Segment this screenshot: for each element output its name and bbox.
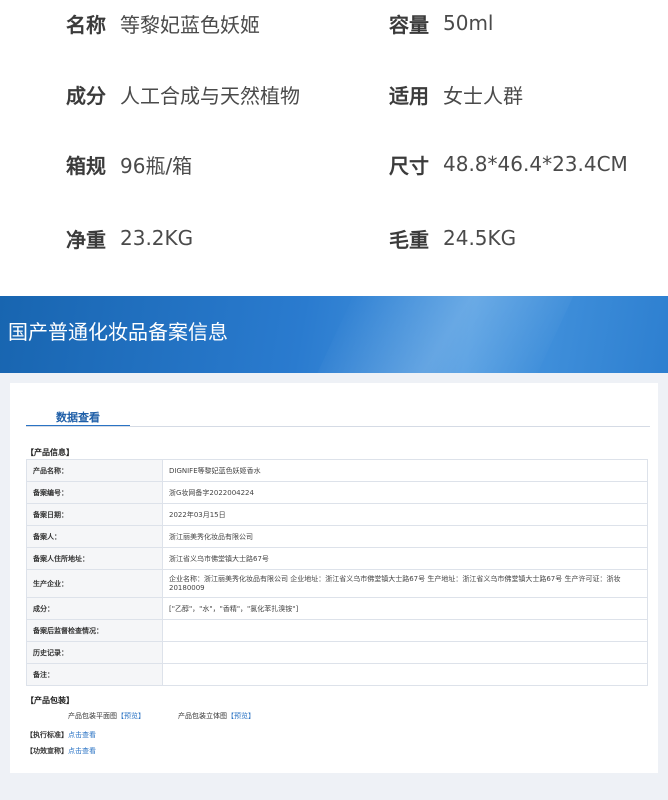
- row-value: 浙江省义乌市佛堂镇大士路67号: [162, 547, 648, 570]
- row-label: 备案日期：: [26, 503, 163, 526]
- row-label: 备案人：: [26, 525, 163, 548]
- spec-key: 净重: [66, 227, 106, 252]
- row-label: 生产企业：: [26, 569, 163, 598]
- row-value: DIGNIFE等黎妃蓝色妖姬香水: [162, 459, 648, 482]
- table-row: 成分： ["乙醇"，"水"，"香精"，"氯化苯扎溴铵"]: [26, 597, 648, 620]
- spec-capacity: 容量 50ml: [389, 3, 494, 43]
- registration-panel: 数据查看 【产品信息】 产品名称： DIGNIFE等黎妃蓝色妖姬香水 备案编号：…: [10, 383, 658, 773]
- spec-gross-weight: 毛重 24.5KG: [389, 218, 516, 258]
- spec-value: 24.5KG: [443, 226, 517, 250]
- table-row: 备案人住所地址： 浙江省义乌市佛堂镇大士路67号: [26, 547, 648, 570]
- row-label: 备案人住所地址：: [26, 547, 163, 570]
- row-value: 浙G妆网备字2022004224: [162, 481, 648, 504]
- row-label: 成分：: [26, 597, 163, 620]
- table-row: 备案后监督检查情况：: [26, 619, 648, 642]
- banner-title: 国产普通化妆品备案信息: [8, 320, 228, 344]
- pack-3d-label: 产品包装立体图: [178, 712, 227, 720]
- efficacy-item: 【功效宣称】点击查看: [26, 746, 96, 756]
- product-info-table: 产品名称： DIGNIFE等黎妃蓝色妖姬香水 备案编号： 浙G妆网备字20220…: [26, 459, 648, 686]
- spec-net-weight: 净重 23.2KG: [66, 218, 193, 258]
- row-value: 企业名称：浙江丽美秀化妆品有限公司 企业地址：浙江省义乌市佛堂镇大士路67号 生…: [162, 569, 648, 598]
- table-row: 备案编号： 浙G妆网备字2022004224: [26, 481, 648, 504]
- pack-flat-item: 产品包装平面图【预览】: [68, 711, 145, 721]
- spec-key: 毛重: [389, 227, 429, 252]
- spec-value: 等黎妃蓝色妖姬: [120, 12, 260, 37]
- spec-value: 48.8*46.4*23.4CM: [443, 152, 628, 176]
- row-label: 历史记录：: [26, 641, 163, 664]
- row-value: [162, 619, 648, 642]
- table-row: 备案人： 浙江丽美秀化妆品有限公司: [26, 525, 648, 548]
- row-value: 2022年03月15日: [162, 503, 648, 526]
- spec-value: 96瓶/箱: [120, 153, 193, 178]
- row-label: 备案后监督检查情况：: [26, 619, 163, 642]
- standard-item: 【执行标准】点击查看: [26, 730, 96, 740]
- registration-banner: 国产普通化妆品备案信息: [0, 296, 668, 373]
- spec-box-count: 箱规 96瓶/箱: [66, 144, 192, 184]
- pack-3d-preview-link[interactable]: 【预览】: [227, 712, 255, 720]
- banner-decoration: [297, 296, 583, 373]
- spec-audience: 适用 女士人群: [389, 74, 523, 114]
- spec-key: 成分: [66, 83, 106, 108]
- packaging-heading: 【产品包装】: [26, 696, 74, 705]
- spec-key: 适用: [389, 83, 429, 108]
- row-value: ["乙醇"，"水"，"香精"，"氯化苯扎溴铵"]: [162, 597, 648, 620]
- spec-value: 50ml: [443, 11, 494, 35]
- spec-name: 名称 等黎妃蓝色妖姬: [66, 3, 260, 43]
- spec-value: 女士人群: [443, 83, 523, 108]
- row-value: [162, 641, 648, 664]
- product-info-heading: 【产品信息】: [26, 448, 74, 457]
- row-label: 备注：: [26, 663, 163, 686]
- registration-panel-background: 数据查看 【产品信息】 产品名称： DIGNIFE等黎妃蓝色妖姬香水 备案编号：…: [0, 373, 668, 800]
- efficacy-heading: 【功效宣称】: [26, 747, 68, 755]
- spec-value: 人工合成与天然植物: [120, 83, 300, 108]
- spec-key: 箱规: [66, 153, 106, 178]
- table-row: 产品名称： DIGNIFE等黎妃蓝色妖姬香水: [26, 459, 648, 482]
- spec-key: 容量: [389, 12, 429, 37]
- efficacy-view-link[interactable]: 点击查看: [68, 747, 96, 755]
- pack-3d-item: 产品包装立体图【预览】: [178, 711, 255, 721]
- spec-key: 尺寸: [389, 153, 429, 178]
- table-row: 历史记录：: [26, 641, 648, 664]
- table-row: 备案日期： 2022年03月15日: [26, 503, 648, 526]
- row-value: [162, 663, 648, 686]
- table-row: 备注：: [26, 663, 648, 686]
- row-label: 备案编号：: [26, 481, 163, 504]
- standard-heading: 【执行标准】: [26, 731, 68, 739]
- spec-value: 23.2KG: [120, 226, 194, 250]
- row-value: 浙江丽美秀化妆品有限公司: [162, 525, 648, 548]
- standard-view-link[interactable]: 点击查看: [68, 731, 96, 739]
- product-specs: 名称 等黎妃蓝色妖姬 容量 50ml 成分 人工合成与天然植物 适用 女士人群 …: [0, 0, 668, 290]
- table-row: 生产企业： 企业名称：浙江丽美秀化妆品有限公司 企业地址：浙江省义乌市佛堂镇大士…: [26, 569, 648, 598]
- spec-key: 名称: [66, 12, 106, 37]
- spec-dimensions: 尺寸 48.8*46.4*23.4CM: [389, 144, 628, 184]
- pack-flat-label: 产品包装平面图: [68, 712, 117, 720]
- tab-divider: [26, 426, 650, 427]
- row-label: 产品名称：: [26, 459, 163, 482]
- spec-ingredients: 成分 人工合成与天然植物: [66, 74, 300, 114]
- pack-flat-preview-link[interactable]: 【预览】: [117, 712, 145, 720]
